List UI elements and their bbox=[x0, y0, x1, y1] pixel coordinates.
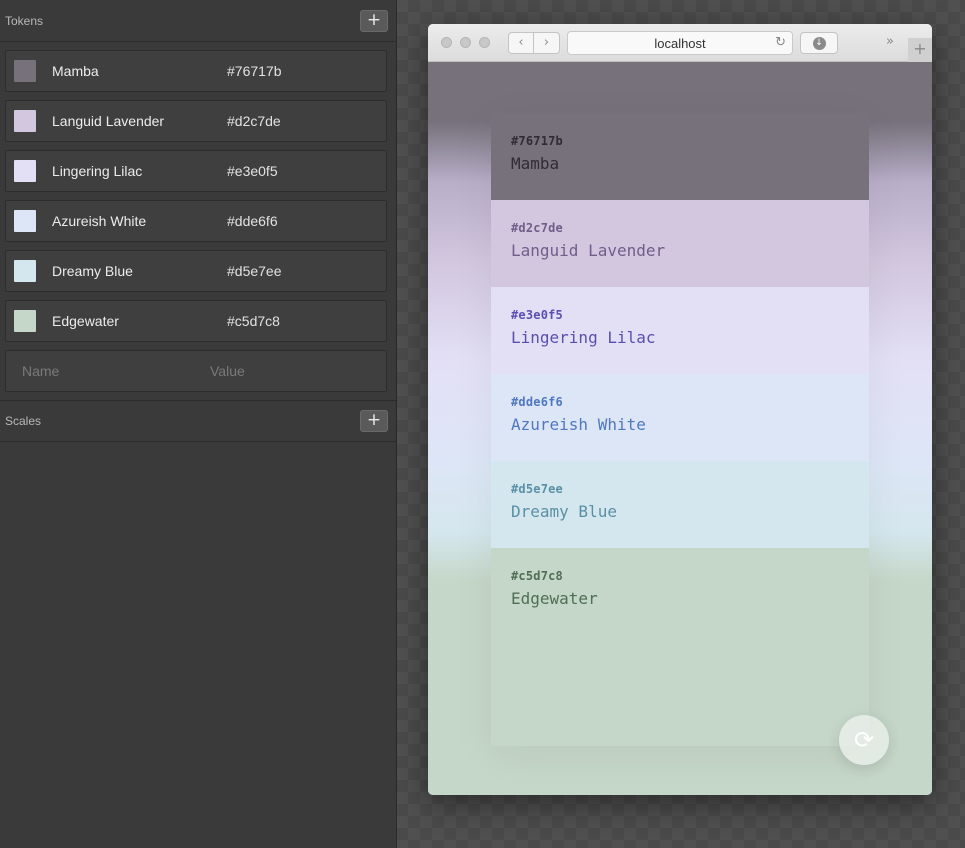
card-hex: #d5e7ee bbox=[511, 482, 563, 496]
browser-window: ‹ › localhost ↻ ↓ » + #76717b Mamba #d2c… bbox=[428, 24, 932, 795]
card-hex: #d2c7de bbox=[511, 221, 563, 235]
token-value[interactable]: #d2c7de bbox=[227, 113, 281, 129]
card-name: Azureish White bbox=[511, 415, 646, 434]
history-nav: ‹ › bbox=[508, 31, 560, 54]
downloads-button[interactable]: ↓ bbox=[800, 32, 838, 54]
card-hex: #c5d7c8 bbox=[511, 569, 563, 583]
chevron-left-icon: ‹ bbox=[518, 35, 524, 50]
color-swatch[interactable] bbox=[14, 260, 36, 282]
tokens-section-header: Tokens + bbox=[0, 0, 396, 42]
palette-card-edgewater: #c5d7c8 Edgewater bbox=[491, 548, 869, 746]
token-editor-panel: Tokens + Mamba #76717b Languid Lavender … bbox=[0, 0, 397, 848]
token-row-lingering-lilac[interactable]: Lingering Lilac #e3e0f5 bbox=[5, 150, 387, 192]
back-button[interactable]: ‹ bbox=[508, 31, 534, 54]
color-swatch[interactable] bbox=[14, 110, 36, 132]
color-swatch[interactable] bbox=[14, 160, 36, 182]
token-row-mamba[interactable]: Mamba #76717b bbox=[5, 50, 387, 92]
page-viewport: #76717b Mamba #d2c7de Languid Lavender #… bbox=[428, 62, 932, 795]
reload-icon[interactable]: ↻ bbox=[775, 35, 786, 50]
scales-section-header: Scales + bbox=[0, 400, 396, 442]
token-value[interactable]: #d5e7ee bbox=[227, 263, 282, 279]
scales-header-label: Scales bbox=[5, 414, 42, 428]
token-row-languid-lavender[interactable]: Languid Lavender #d2c7de bbox=[5, 100, 387, 142]
chevron-right-icon: › bbox=[543, 35, 550, 50]
card-hex: #76717b bbox=[511, 134, 563, 148]
card-name: Mamba bbox=[511, 154, 560, 173]
token-name[interactable]: Azureish White bbox=[52, 213, 227, 229]
card-name: Edgewater bbox=[511, 589, 598, 608]
palette-card-mamba: #76717b Mamba bbox=[491, 113, 869, 200]
token-name[interactable]: Edgewater bbox=[52, 313, 227, 329]
refresh-icon: ⟳ bbox=[853, 726, 875, 754]
token-name[interactable]: Languid Lavender bbox=[52, 113, 227, 129]
token-value[interactable]: #c5d7c8 bbox=[227, 313, 280, 329]
new-token-value-input[interactable]: Value bbox=[210, 363, 245, 379]
palette-card-dreamy-blue: #d5e7ee Dreamy Blue bbox=[491, 461, 869, 548]
new-tab-button[interactable]: + bbox=[908, 38, 932, 62]
card-name: Languid Lavender bbox=[511, 241, 666, 260]
palette-card-lingering-lilac: #e3e0f5 Lingering Lilac bbox=[491, 287, 869, 374]
add-scale-button[interactable]: + bbox=[360, 410, 388, 432]
zoom-window-button[interactable] bbox=[479, 37, 490, 48]
card-hex: #dde6f6 bbox=[511, 395, 563, 409]
more-icon[interactable]: » bbox=[886, 34, 894, 49]
token-value[interactable]: #dde6f6 bbox=[227, 213, 278, 229]
token-value[interactable]: #76717b bbox=[227, 63, 282, 79]
add-token-button[interactable]: + bbox=[360, 9, 388, 32]
token-row-azureish-white[interactable]: Azureish White #dde6f6 bbox=[5, 200, 387, 242]
browser-toolbar: ‹ › localhost ↻ ↓ » + bbox=[428, 24, 932, 62]
token-row-dreamy-blue[interactable]: Dreamy Blue #d5e7ee bbox=[5, 250, 387, 292]
token-list: Mamba #76717b Languid Lavender #d2c7de L… bbox=[0, 42, 396, 392]
window-controls bbox=[441, 37, 490, 48]
address-bar[interactable]: localhost ↻ bbox=[567, 31, 793, 55]
palette-card-languid-lavender: #d2c7de Languid Lavender bbox=[491, 200, 869, 287]
address-text: localhost bbox=[654, 35, 706, 51]
refresh-button[interactable]: ⟳ bbox=[839, 715, 889, 765]
card-hex: #e3e0f5 bbox=[511, 308, 563, 322]
tokens-header-label: Tokens bbox=[5, 13, 44, 28]
palette-card-azureish-white: #dde6f6 Azureish White bbox=[491, 374, 869, 461]
token-name[interactable]: Lingering Lilac bbox=[52, 163, 227, 179]
minimize-window-button[interactable] bbox=[460, 37, 471, 48]
new-token-name-input[interactable]: Name bbox=[22, 363, 197, 379]
color-swatch[interactable] bbox=[14, 210, 36, 232]
forward-button[interactable]: › bbox=[534, 31, 560, 54]
color-swatch[interactable] bbox=[14, 310, 36, 332]
token-row-edgewater[interactable]: Edgewater #c5d7c8 bbox=[5, 300, 387, 342]
new-token-row[interactable]: Name Value bbox=[5, 350, 387, 392]
download-icon: ↓ bbox=[812, 36, 826, 50]
color-swatch[interactable] bbox=[14, 60, 36, 82]
close-window-button[interactable] bbox=[441, 37, 452, 48]
token-value[interactable]: #e3e0f5 bbox=[227, 163, 278, 179]
token-name[interactable]: Dreamy Blue bbox=[52, 263, 227, 279]
token-name[interactable]: Mamba bbox=[52, 63, 227, 79]
card-name: Lingering Lilac bbox=[511, 328, 656, 347]
card-name: Dreamy Blue bbox=[511, 502, 617, 521]
palette-card-stack: #76717b Mamba #d2c7de Languid Lavender #… bbox=[491, 113, 869, 746]
